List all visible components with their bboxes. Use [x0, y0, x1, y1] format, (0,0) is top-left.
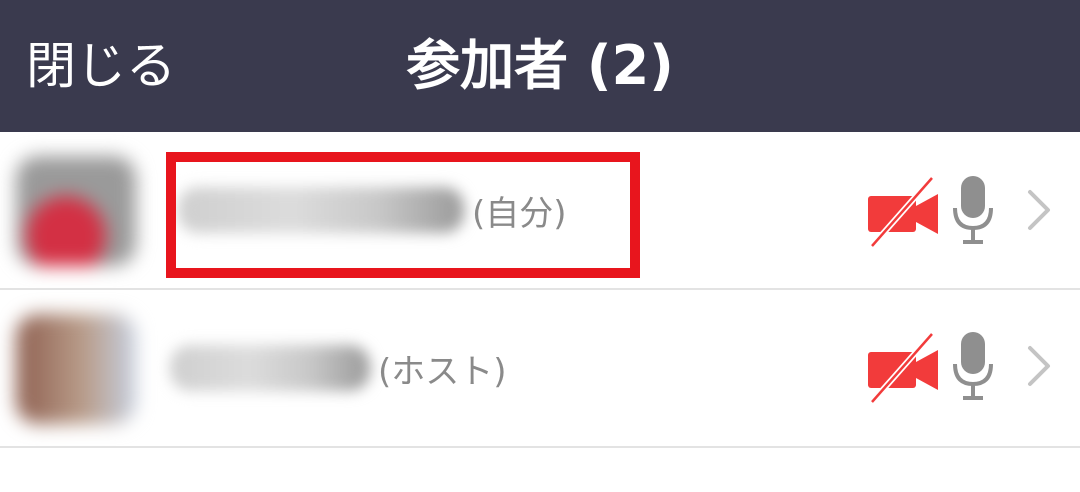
- chevron-right-icon[interactable]: [1024, 188, 1054, 232]
- name-redacted: [170, 345, 370, 391]
- microphone-icon[interactable]: [952, 176, 994, 246]
- header-bar: 閉じる 参加者 (2): [0, 0, 1080, 132]
- participant-name: (自分): [178, 132, 567, 288]
- page-title: 参加者 (2): [406, 34, 674, 97]
- role-label: (自分): [472, 193, 567, 234]
- participant-row-host[interactable]: (ホスト): [0, 290, 1080, 448]
- avatar: [16, 156, 136, 266]
- video-off-icon[interactable]: [868, 174, 940, 250]
- video-off-icon[interactable]: [868, 330, 940, 406]
- role-label: (ホスト): [378, 351, 507, 392]
- participant-name: (ホスト): [170, 290, 507, 446]
- participant-list: (自分) (ホスト): [0, 132, 1080, 448]
- microphone-icon[interactable]: [952, 332, 994, 402]
- participant-row-self[interactable]: (自分): [0, 132, 1080, 290]
- avatar: [16, 314, 136, 424]
- chevron-right-icon[interactable]: [1024, 344, 1054, 388]
- name-redacted: [178, 187, 464, 233]
